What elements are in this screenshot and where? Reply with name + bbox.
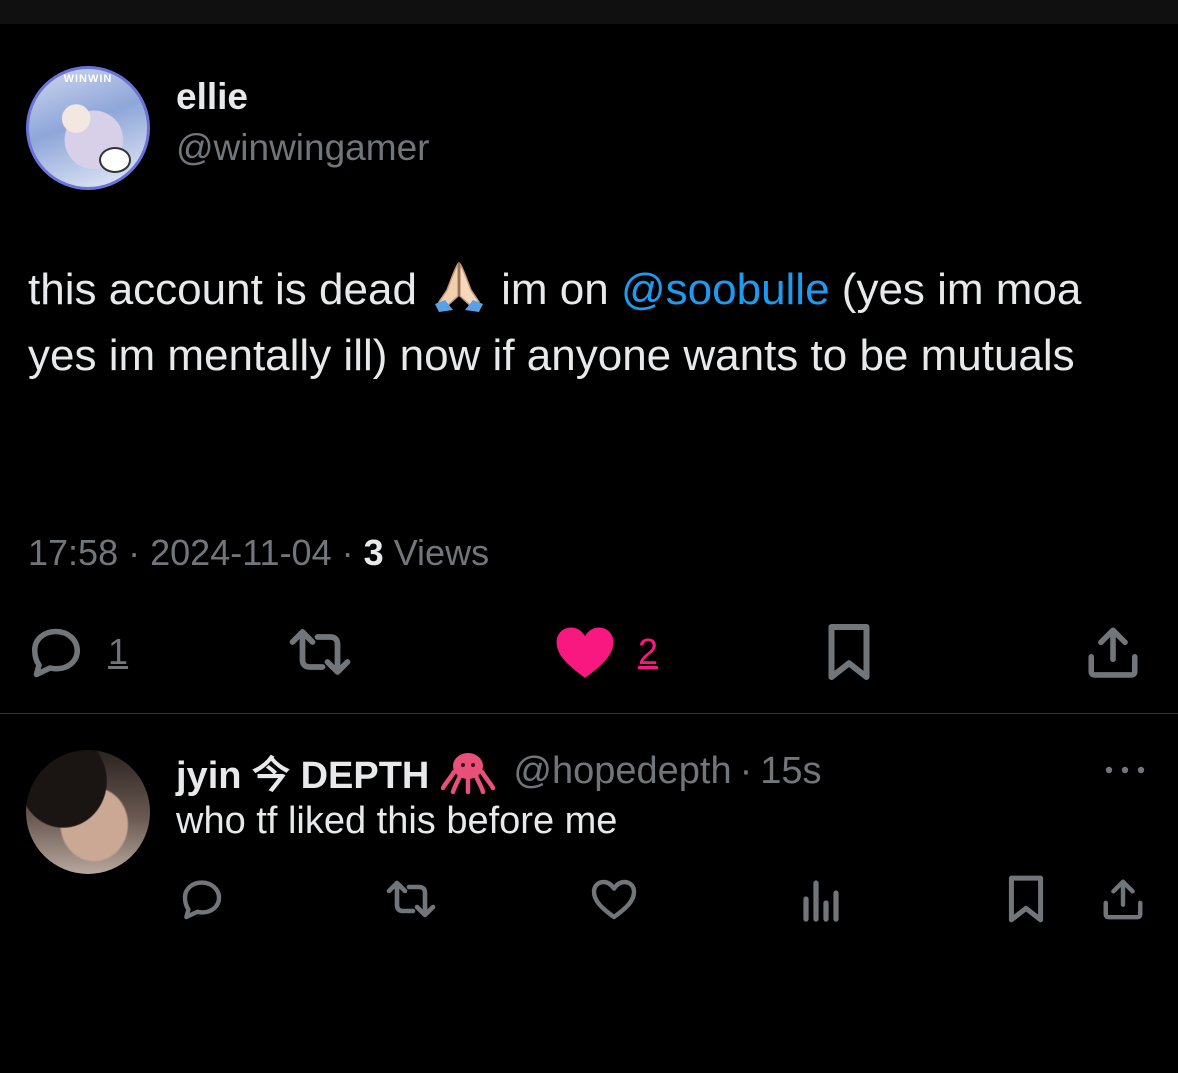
- meta-separator: ·: [341, 532, 354, 573]
- reply-author-avatar[interactable]: [26, 750, 150, 874]
- like-button[interactable]: 2: [554, 620, 658, 684]
- reply-count[interactable]: 1: [108, 631, 128, 673]
- folded-hands-emoji-icon: [431, 260, 487, 312]
- author-avatar[interactable]: WINWIN: [26, 66, 150, 190]
- reply-header: jyin 今 DEPTH @hopedepth · 15s: [176, 744, 822, 799]
- reply-icon: [32, 628, 80, 678]
- reply-time[interactable]: 15s: [760, 750, 821, 793]
- views-label: Views: [393, 532, 490, 573]
- reply-bookmark-button[interactable]: [1004, 874, 1048, 924]
- reply-separator: ·: [739, 750, 753, 792]
- reply-views-button[interactable]: [798, 874, 842, 924]
- author-display-name[interactable]: ellie: [176, 76, 248, 118]
- repost-icon: [386, 880, 436, 918]
- bookmark-icon: [828, 624, 870, 680]
- octopus-emoji-icon: [441, 750, 496, 794]
- bookmark-icon: [1008, 875, 1044, 923]
- tweet-mention-link[interactable]: @soobulle: [621, 265, 830, 314]
- reply-like-button[interactable]: [590, 874, 638, 924]
- tweet-time[interactable]: 17:58: [28, 532, 118, 573]
- views-count: 3: [363, 532, 384, 573]
- author-handle[interactable]: @winwingamer: [176, 127, 429, 169]
- avatar-ring-text: WINWIN: [63, 73, 113, 85]
- more-options-icon[interactable]: [1103, 760, 1147, 780]
- like-count[interactable]: 2: [638, 631, 658, 673]
- reply-author-name[interactable]: jyin 今 DEPTH: [176, 744, 429, 799]
- repost-button[interactable]: [286, 620, 354, 684]
- tweet-text-part1: this account is dead: [28, 265, 417, 314]
- meta-separator: ·: [128, 532, 141, 573]
- tweet-date[interactable]: 2024-11-04: [150, 532, 331, 573]
- status-bar: [0, 0, 1178, 24]
- avatar-sticker: [99, 147, 131, 173]
- share-icon: [1088, 627, 1138, 678]
- bookmark-button[interactable]: [822, 620, 876, 684]
- reply-author-handle[interactable]: @hopedepth: [513, 750, 731, 793]
- reply-text: who tf liked this before me: [176, 800, 618, 842]
- reply-icon: [182, 880, 222, 920]
- reply-share-button[interactable]: [1100, 874, 1146, 924]
- reply-reply-button[interactable]: [178, 874, 226, 924]
- heart-filled-icon: [556, 627, 614, 678]
- reply-repost-button[interactable]: [384, 874, 438, 924]
- heart-outline-icon: [591, 879, 637, 920]
- divider: [0, 713, 1178, 714]
- tweet-meta: 17:58 · 2024-11-04 · 3 Views: [28, 532, 489, 574]
- share-button[interactable]: [1084, 620, 1142, 684]
- share-icon: [1103, 879, 1143, 920]
- tweet-text-part2: im on: [501, 265, 609, 314]
- views-chart-icon: [803, 880, 839, 922]
- reply-button[interactable]: 1: [26, 620, 128, 684]
- tweet-text: this account is dead im on @soobulle (ye…: [28, 257, 1138, 389]
- repost-icon: [289, 629, 351, 675]
